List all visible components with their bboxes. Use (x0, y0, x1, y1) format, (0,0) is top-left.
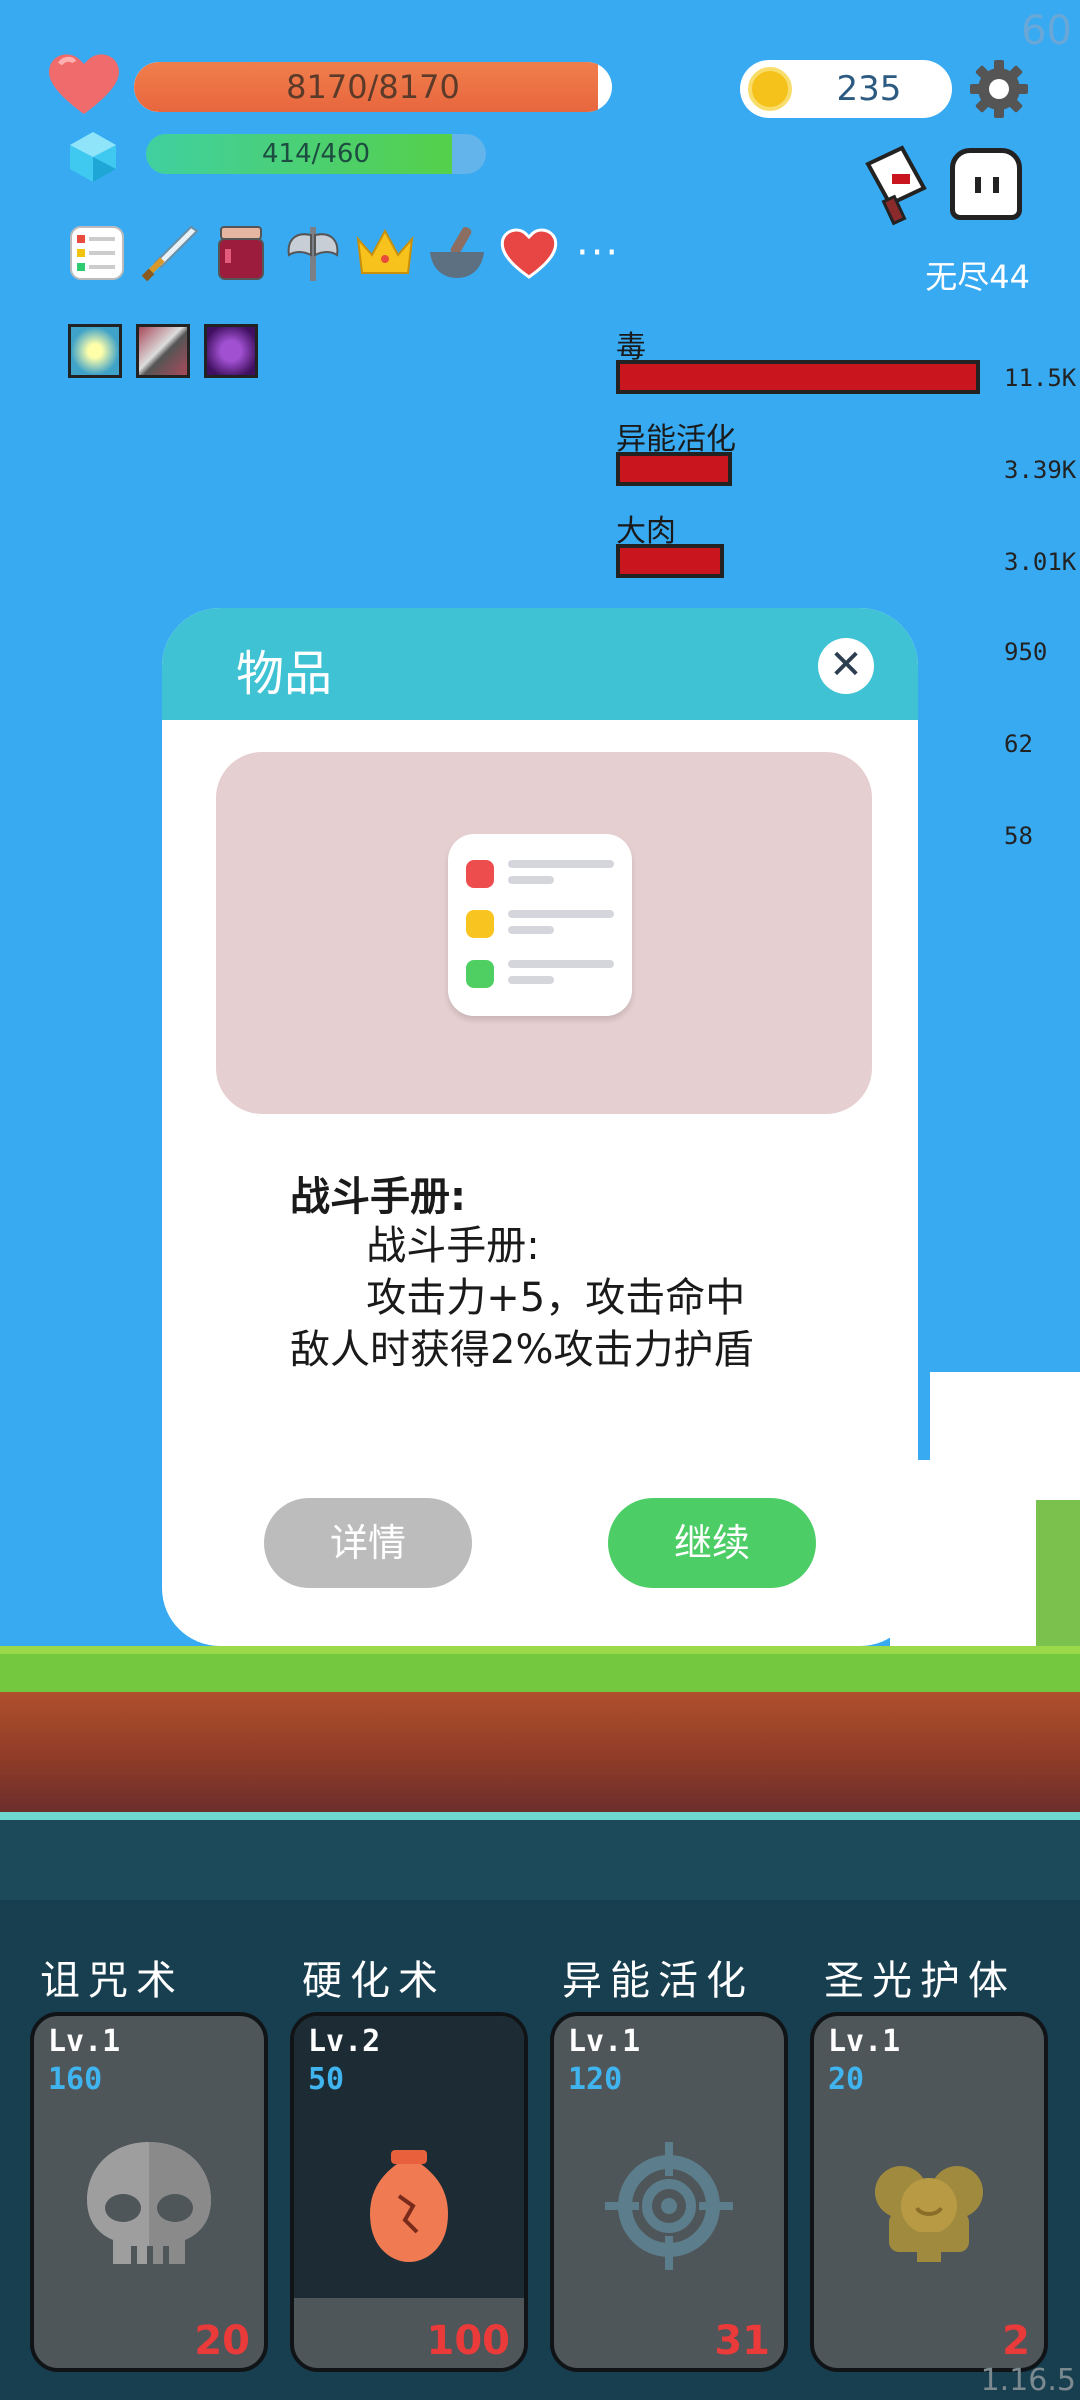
item-inventory-row: ··· (66, 222, 620, 284)
hp-text: 8170/8170 (286, 68, 460, 106)
skill-count: 2 (1002, 2318, 1030, 2364)
skill-name: 异能活化 (562, 1958, 754, 2004)
heart-icon (49, 54, 119, 114)
stat-value: 58 (1004, 822, 1033, 850)
coin-icon (748, 67, 792, 111)
stat-bar (616, 452, 732, 486)
more-items-icon[interactable]: ··· (576, 230, 620, 276)
skill-card-activation[interactable]: Lv.1 120 31 (550, 2012, 788, 2372)
version-label: 1.16.5 (980, 2363, 1076, 2398)
buff-row (68, 324, 258, 378)
skill-count: 20 (194, 2318, 250, 2364)
skill-cost: 120 (568, 2062, 623, 2097)
skill-cost: 160 (48, 2062, 103, 2097)
skill-level: Lv.1 (48, 2024, 121, 2059)
stat-bar (616, 360, 980, 394)
skill-card-curse[interactable]: Lv.1 160 20 (30, 2012, 268, 2372)
skull-icon (87, 2142, 211, 2264)
skill-name: 硬化术 (302, 1958, 446, 2004)
stat-value: 62 (1004, 730, 1033, 758)
hp-bar: 8170/8170 (134, 62, 612, 112)
dirt-ground (0, 1692, 1080, 1812)
skill-cost: 20 (828, 2062, 865, 2097)
continue-button[interactable]: 继续 (608, 1498, 816, 1588)
details-button[interactable]: 详情 (264, 1498, 472, 1588)
skill-cost: 50 (308, 2062, 345, 2097)
skill-level: Lv.2 (308, 2024, 381, 2059)
close-button[interactable]: ✕ (818, 638, 874, 694)
skill-level: Lv.1 (568, 2024, 641, 2059)
skill-name: 诅咒术 (40, 1958, 184, 2004)
item-name: 战斗手册: (290, 1174, 466, 1220)
mana-gem-icon (70, 132, 116, 182)
crown-icon[interactable] (354, 222, 416, 284)
modal-title: 物品 (236, 646, 333, 702)
stat-value: 3.39K (1004, 456, 1077, 484)
item-preview (216, 752, 872, 1114)
battle-manual-icon[interactable] (66, 222, 128, 284)
ground-edge (0, 1812, 1080, 1820)
item-description: 战斗手册: 攻击力+5，攻击命中 敌人时获得2%攻击力护盾 (290, 1223, 754, 1373)
skill-count: 31 (714, 2318, 770, 2364)
settings-gear-icon[interactable] (968, 58, 1030, 120)
mana-text: 414/460 (261, 139, 370, 169)
endless-stage-label: 无尽44 (925, 258, 1030, 296)
jam-jar-icon[interactable] (210, 222, 272, 284)
coin-amount: 235 (836, 69, 902, 109)
grass-ground (0, 1646, 1080, 1692)
stat-value: 3.01K (1004, 548, 1077, 576)
coin-counter: 235 (740, 60, 952, 118)
skill-count: 100 (426, 2318, 511, 2364)
stat-value: 11.5K (1004, 364, 1077, 392)
vase-icon (370, 2150, 448, 2262)
mortar-pestle-icon[interactable] (426, 222, 488, 284)
sword-icon[interactable] (138, 222, 200, 284)
ghost-boss-icon (950, 148, 1022, 220)
stat-bar (616, 544, 724, 578)
fps-counter: 60 (1021, 8, 1072, 54)
item-modal: 物品 ✕ 战斗手册: 战斗手册: 攻击力+5，攻击命中 敌人时获得2%攻击力护盾… (162, 608, 918, 1646)
heart-item-icon[interactable] (498, 222, 560, 284)
skill-level: Lv.1 (828, 2024, 901, 2059)
cleaver-icon (865, 145, 927, 226)
holy-shield-icon (875, 2166, 983, 2262)
skill-name: 圣光护体 (824, 1958, 1016, 2004)
blade-buff-icon (136, 324, 190, 378)
lightbulb-buff-icon (68, 324, 122, 378)
crosshair-icon (605, 2142, 733, 2270)
battle-axe-icon[interactable] (282, 222, 344, 284)
skill-card-holy-shield[interactable]: Lv.1 20 2 (810, 2012, 1048, 2372)
demon-buff-icon (204, 324, 258, 378)
modal-header: 物品 ✕ (162, 608, 918, 720)
skill-card-harden[interactable]: Lv.2 50 100 (290, 2012, 528, 2372)
battle-manual-icon (448, 834, 632, 1016)
stat-value: 950 (1004, 638, 1048, 666)
mana-bar: 414/460 (146, 134, 486, 174)
bush (1036, 1500, 1080, 1650)
